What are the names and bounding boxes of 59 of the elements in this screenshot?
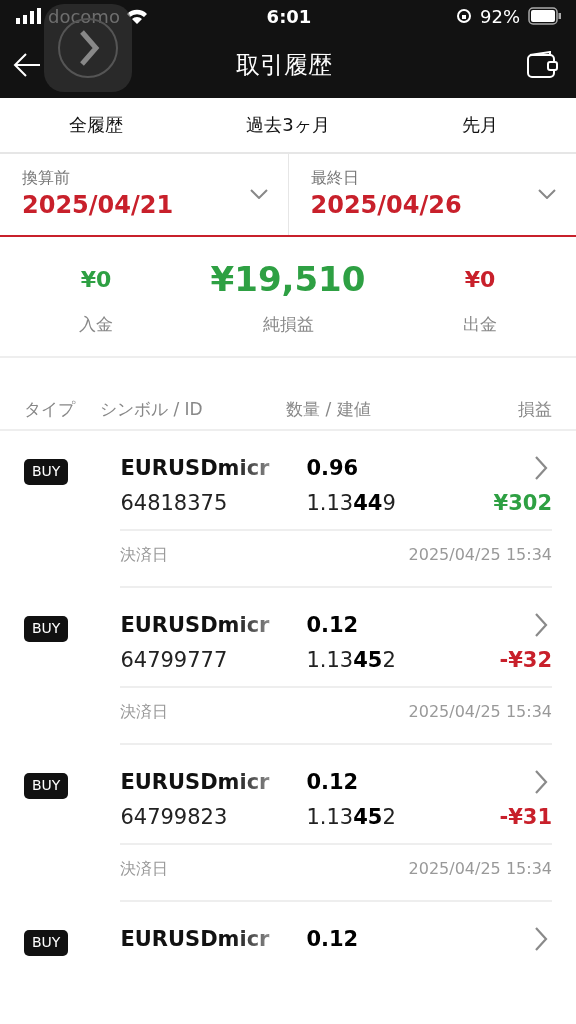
summary-label: 出金 (463, 313, 497, 336)
column-header: 損益 (518, 398, 552, 421)
chevron-down-icon (538, 188, 556, 199)
entry-price: 1.13452 (306, 805, 397, 829)
summary-amount: ¥0 (80, 265, 112, 294)
profit-loss: -¥31 (499, 805, 552, 829)
symbol-name: EURUSDmicr (120, 927, 271, 951)
date-label: 決済日 (120, 545, 169, 566)
date-label: 決済日 (120, 702, 169, 723)
signal-icon (16, 8, 42, 24)
period-tab[interactable]: 全履歴 (0, 98, 192, 152)
chevron-right-icon[interactable] (534, 612, 548, 638)
chevron-right-icon[interactable] (534, 455, 548, 481)
period-tab[interactable]: 先月 (384, 98, 576, 152)
column-header: タイプ (24, 398, 77, 421)
date-picker[interactable]: 換算前 2025/04/21 (0, 154, 289, 235)
trade-type-badge: BUY (24, 459, 69, 485)
symbol-name: EURUSDmicr (120, 456, 271, 480)
chevron-right-icon[interactable] (534, 769, 548, 795)
profit-loss: ¥302 (493, 491, 552, 515)
summary-amount: ¥0 (464, 265, 496, 294)
column-header: 数量 / 建値 (286, 398, 372, 421)
close-date: 2025/04/25 15:34 (408, 702, 552, 723)
chevron-right-icon[interactable] (534, 926, 548, 952)
date-label: 決済日 (120, 859, 169, 880)
carrier-name: docomo (48, 5, 120, 27)
wifi-icon (125, 8, 148, 24)
volume: 0.12 (306, 613, 360, 637)
battery-icon (528, 7, 562, 25)
chevron-down-icon (249, 188, 268, 199)
status-time: 6:01 (265, 5, 313, 27)
symbol-name: EURUSDmicr (120, 613, 271, 637)
close-date: 2025/04/25 15:34 (408, 859, 552, 880)
battery-percent: 92% (480, 5, 520, 27)
trade-type-badge: BUY (24, 930, 69, 956)
volume: 0.12 (306, 770, 360, 794)
trade-type-badge: BUY (24, 616, 69, 642)
assistive-touch-button[interactable] (44, 4, 132, 92)
volume: 0.96 (306, 456, 360, 480)
back-arrow-icon[interactable] (12, 52, 42, 78)
close-date: 2025/04/25 15:34 (408, 545, 552, 566)
summary-label: 純損益 (262, 313, 314, 336)
date-picker[interactable]: 最終日 2025/04/26 (288, 154, 576, 235)
summary-label: 入金 (79, 313, 113, 336)
trade-id: 64818375 (120, 491, 229, 515)
summary-amount: ¥19,510 (210, 259, 366, 299)
entry-price: 1.13452 (306, 648, 397, 672)
rotation-lock-icon (456, 8, 472, 24)
period-tab[interactable]: 過去3ヶ月 (192, 98, 384, 152)
entry-price: 1.13449 (306, 491, 397, 515)
profit-loss: -¥32 (499, 648, 552, 672)
trade-id: 64799777 (120, 648, 229, 672)
page-title: 取引履歴 (235, 50, 333, 81)
trade-id: 64799823 (120, 805, 229, 829)
wallet-icon[interactable] (526, 51, 558, 79)
volume: 0.12 (306, 927, 360, 951)
symbol-name: EURUSDmicr (120, 770, 271, 794)
trade-type-badge: BUY (24, 773, 69, 799)
column-header: シンボル / ID (100, 398, 204, 421)
